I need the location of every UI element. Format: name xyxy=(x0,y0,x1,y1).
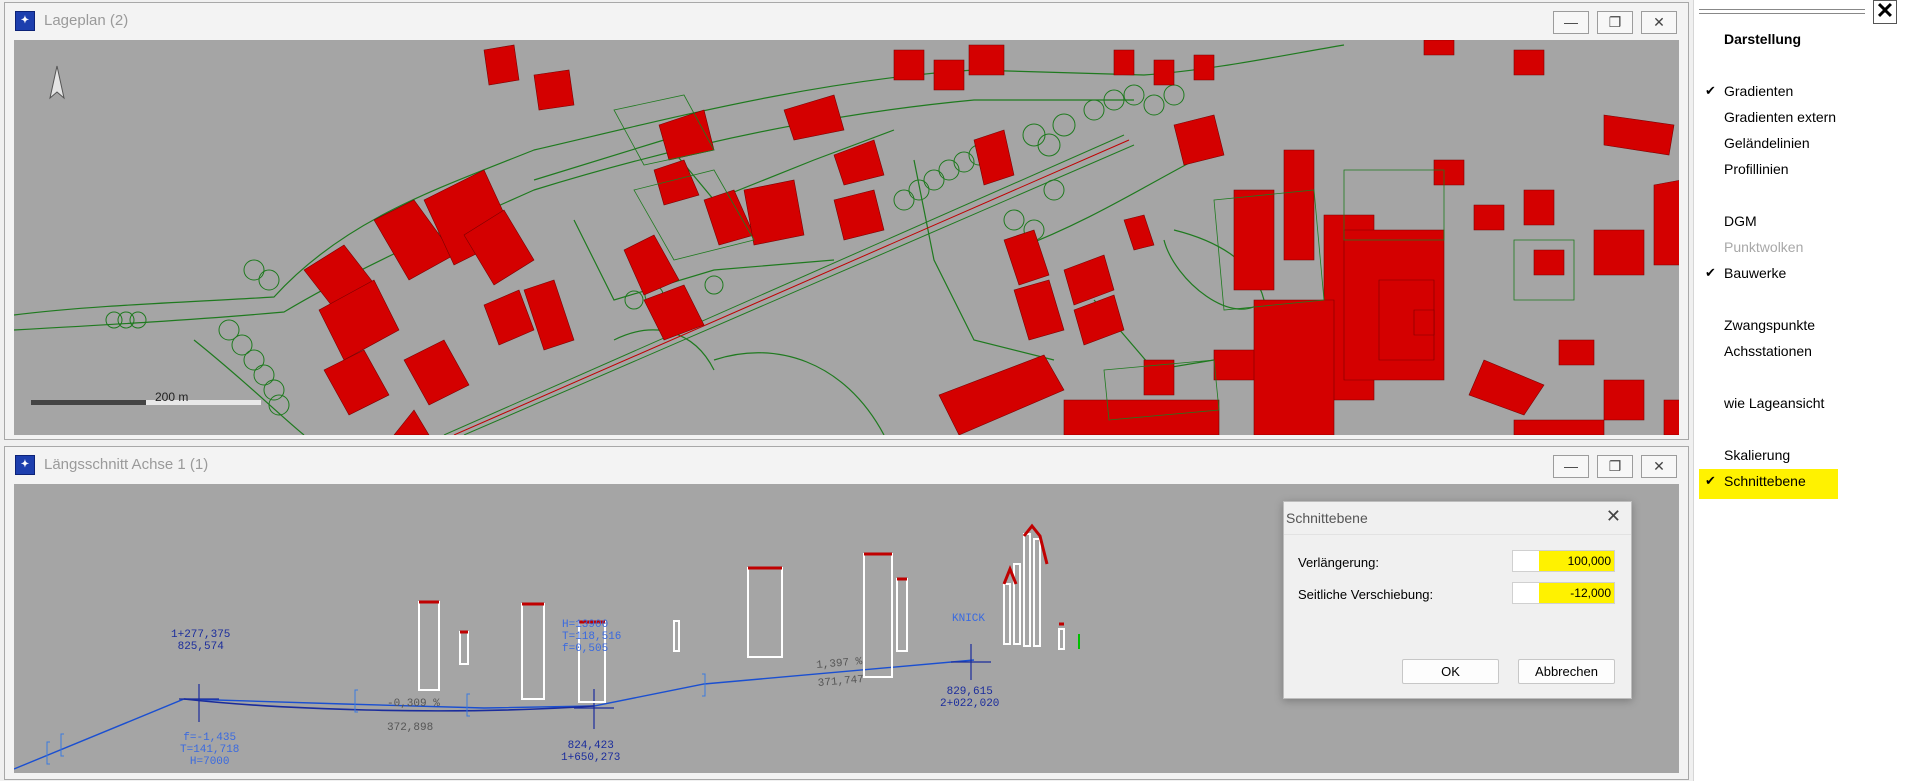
verlaengerung-input[interactable]: 100,000 xyxy=(1512,550,1615,572)
station-value: 1+277,375 xyxy=(171,629,231,641)
site-plan-drawing xyxy=(14,40,1679,435)
station-value: 2+022,020 xyxy=(940,698,1000,710)
station-value: 1+650,273 xyxy=(561,752,621,764)
knick-label: KNICK xyxy=(952,613,986,625)
check-icon: ✔ xyxy=(1705,83,1716,98)
menu-item-skalierung[interactable]: Skalierung xyxy=(1724,447,1790,463)
height-value: 825,574 xyxy=(177,641,224,653)
grade-label-2: 1,397 % 371,747 xyxy=(816,656,865,690)
minimize-button[interactable]: — xyxy=(1553,455,1589,478)
laengsschnitt-title: Längsschnitt Achse 1 (1) xyxy=(44,456,209,473)
height-value: 824,423 xyxy=(567,740,614,752)
panel-drag-handle[interactable] xyxy=(1699,9,1865,10)
schnittebene-dialog: Schnittebene ✕ Verlängerung: 100,000 Sei… xyxy=(1283,501,1632,699)
lageplan-titlebar[interactable]: ✦ Lageplan (2) — ❐ ✕ xyxy=(5,3,1688,37)
curve-t: T=141,718 xyxy=(180,744,240,756)
seitliche-verschiebung-label: Seitliche Verschiebung: xyxy=(1298,587,1434,602)
check-icon: ✔ xyxy=(1705,473,1716,488)
maximize-button[interactable]: ❐ xyxy=(1597,11,1633,34)
grade-value: 1,397 % xyxy=(815,656,863,673)
minimize-button[interactable]: — xyxy=(1553,11,1589,34)
panel-close-icon[interactable]: ✕ xyxy=(1873,0,1897,24)
dialog-divider xyxy=(1284,534,1631,535)
menu-item-schnittebene[interactable]: Schnittebene xyxy=(1724,473,1806,489)
height-value: 829,615 xyxy=(946,686,993,698)
scale-bar-label: 200 m xyxy=(155,390,189,404)
curve-t: T=118,516 xyxy=(562,631,622,643)
darstellung-panel: ✕ Darstellung ✔ Gradienten Gradienten ex… xyxy=(1693,0,1905,781)
close-button[interactable]: ✕ xyxy=(1641,455,1677,478)
check-icon: ✔ xyxy=(1705,265,1716,280)
verlaengerung-label: Verlängerung: xyxy=(1298,555,1379,570)
menu-item-punktwolken: Punktwolken xyxy=(1724,239,1804,255)
menu-item-zwangspunkte[interactable]: Zwangspunkte xyxy=(1724,317,1815,333)
curve-f: f=0,505 xyxy=(562,643,609,655)
dialog-title: Schnittebene xyxy=(1286,510,1368,526)
app-logo-icon: ✦ xyxy=(15,11,35,31)
panel-drag-handle[interactable] xyxy=(1699,13,1865,14)
lageplan-map-canvas[interactable]: 200 m xyxy=(14,40,1679,435)
cancel-button[interactable]: Abbrechen xyxy=(1518,659,1615,684)
dialog-close-icon[interactable]: ✕ xyxy=(1606,506,1621,527)
menu-item-achsstationen[interactable]: Achsstationen xyxy=(1724,343,1812,359)
north-arrow-icon xyxy=(49,65,65,100)
length-value: 372,898 xyxy=(387,722,434,734)
station-label-3: 829,615 2+022,020 xyxy=(940,686,999,710)
lageplan-title: Lageplan (2) xyxy=(44,12,129,29)
laengsschnitt-titlebar[interactable]: ✦ Längsschnitt Achse 1 (1) — ❐ ✕ xyxy=(5,447,1688,481)
curve-f: f=-1,435 xyxy=(183,732,237,744)
menu-item-gradienten-extern[interactable]: Gradienten extern xyxy=(1724,109,1836,125)
station-label-2: 824,423 1+650,273 xyxy=(561,740,620,764)
ok-button[interactable]: OK xyxy=(1402,659,1499,684)
menu-item-bauwerke[interactable]: Bauwerke xyxy=(1724,265,1786,281)
grade-value: -0,309 % xyxy=(387,698,440,710)
curve-params-2: H=13900 T=118,516 f=0,505 xyxy=(562,619,621,655)
lageplan-window: ✦ Lageplan (2) — ❐ ✕ 200 m xyxy=(4,2,1689,440)
seitliche-verschiebung-value: -12,000 xyxy=(1570,586,1611,600)
menu-item-wie-lageansicht[interactable]: wie Lageansicht xyxy=(1724,395,1824,411)
menu-item-gradienten[interactable]: Gradienten xyxy=(1724,83,1793,99)
seitliche-verschiebung-input[interactable]: -12,000 xyxy=(1512,582,1615,604)
maximize-button[interactable]: ❐ xyxy=(1597,455,1633,478)
panel-header: Darstellung xyxy=(1724,31,1802,47)
curve-params-1: f=-1,435 T=141,718 H=7000 xyxy=(180,732,239,768)
curve-h: H=13900 xyxy=(562,619,609,631)
menu-item-gelaendelinien[interactable]: Geländelinien xyxy=(1724,135,1810,151)
grade-label-1: -0,309 % 372,898 xyxy=(387,692,440,740)
station-label-1: 1+277,375 825,574 xyxy=(171,629,230,653)
menu-item-dgm[interactable]: DGM xyxy=(1724,213,1757,229)
menu-item-profillinien[interactable]: Profillinien xyxy=(1724,161,1789,177)
curve-h: H=7000 xyxy=(189,756,230,768)
close-button[interactable]: ✕ xyxy=(1641,11,1677,34)
app-logo-icon: ✦ xyxy=(15,455,35,475)
verlaengerung-value: 100,000 xyxy=(1567,554,1611,568)
